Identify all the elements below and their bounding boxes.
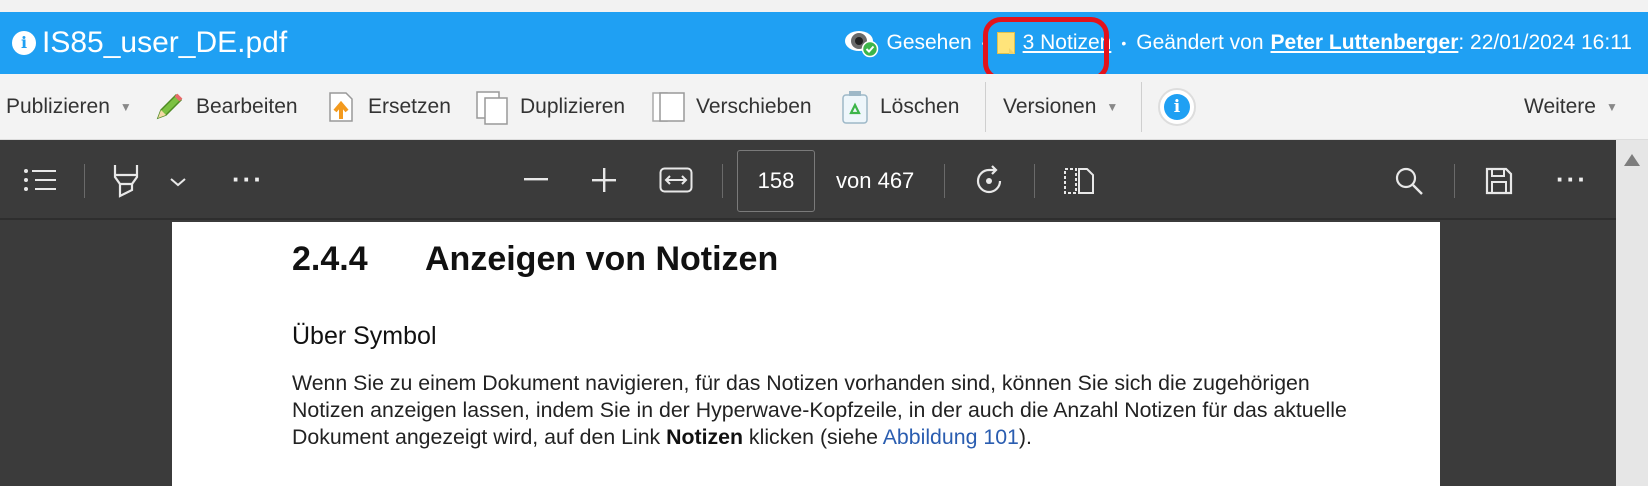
zoom-out-icon[interactable] xyxy=(520,164,552,196)
changed-date: : 22/01/2024 16:11 xyxy=(1458,31,1632,54)
more-options-icon[interactable]: ··· xyxy=(1552,164,1592,194)
chevron-down-icon: ▼ xyxy=(119,100,132,114)
document-title: IS85_user_DE.pdf xyxy=(42,26,288,59)
info-icon[interactable]: i xyxy=(12,31,36,55)
rotate-icon[interactable] xyxy=(970,162,1008,200)
pdf-page: 2.4.4 Anzeigen von Notizen Über Symbol W… xyxy=(172,222,1440,486)
zoom-in-icon[interactable] xyxy=(588,164,620,196)
versions-label: Versionen xyxy=(1003,95,1097,118)
vertical-scrollbar[interactable] xyxy=(1616,140,1648,486)
toolbar-divider xyxy=(985,82,986,132)
pencil-icon xyxy=(152,90,186,124)
body-paragraph: Wenn Sie zu einem Dokument navigieren, f… xyxy=(292,370,1352,451)
toolbar-divider xyxy=(944,164,945,198)
paragraph-text: klicken (siehe xyxy=(743,425,883,449)
page-number-input[interactable]: 158 xyxy=(737,150,815,212)
recycle-bin-icon xyxy=(840,89,870,125)
chevron-down-icon: ▼ xyxy=(1605,100,1618,114)
separator-dot: • xyxy=(1121,35,1127,51)
toolbar-divider xyxy=(722,164,723,198)
changed-by-user-link[interactable]: Peter Luttenberger xyxy=(1271,31,1459,55)
move-label: Verschieben xyxy=(696,95,812,118)
more-options-icon[interactable]: ··· xyxy=(228,164,268,194)
seen-eye-icon xyxy=(844,28,880,58)
section-title: Anzeigen von Notizen xyxy=(425,240,779,278)
duplicate-label: Duplizieren xyxy=(520,95,626,118)
pdf-toolbar: ··· 158 von 467 ··· xyxy=(0,140,1616,220)
chevron-down-icon[interactable] xyxy=(166,170,190,194)
move-button[interactable]: Verschieben xyxy=(650,74,812,140)
edit-button[interactable]: Bearbeiten xyxy=(152,74,298,140)
duplicate-button[interactable]: Duplizieren xyxy=(474,74,625,140)
publish-label: Publizieren xyxy=(6,95,110,118)
top-strip xyxy=(0,0,1648,12)
info-circle-icon: i xyxy=(1158,88,1196,126)
edit-label: Bearbeiten xyxy=(196,95,298,118)
highlight-annotation-ring xyxy=(983,17,1109,81)
more-label: Weitere xyxy=(1524,95,1596,118)
scroll-up-arrow-icon[interactable] xyxy=(1624,154,1640,166)
subheading: Über Symbol xyxy=(292,322,437,350)
changed-by-label: Geändert von xyxy=(1136,31,1264,54)
toolbar-divider xyxy=(84,164,85,198)
section-number: 2.4.4 xyxy=(292,240,368,278)
chevron-down-icon: ▼ xyxy=(1106,100,1119,114)
replace-button[interactable]: Ersetzen xyxy=(322,74,451,140)
versions-menu[interactable]: Versionen ▼ xyxy=(1003,74,1118,140)
toolbar-divider xyxy=(1034,164,1035,198)
figure-reference-link[interactable]: Abbildung 101 xyxy=(883,425,1019,449)
highlighter-icon[interactable] xyxy=(108,160,144,202)
move-icon xyxy=(650,89,686,125)
replace-icon xyxy=(322,89,358,125)
delete-label: Löschen xyxy=(880,95,960,118)
publish-menu[interactable]: Publizieren ▼ xyxy=(6,74,132,140)
toolbar-divider xyxy=(1141,82,1142,132)
action-toolbar: Publizieren ▼ Bearbeiten Ersetzen Dupliz… xyxy=(0,74,1648,140)
delete-button[interactable]: Löschen xyxy=(840,74,959,140)
paragraph-bold-text: Notizen xyxy=(666,425,744,449)
info-button[interactable]: i xyxy=(1158,74,1196,140)
save-icon[interactable] xyxy=(1480,162,1518,200)
outline-list-icon[interactable] xyxy=(22,162,58,198)
page-layout-icon[interactable] xyxy=(1060,162,1098,200)
search-icon[interactable] xyxy=(1390,162,1428,200)
toolbar-divider xyxy=(1454,164,1455,198)
document-meta: Gesehen • 3 Notizen • Geändert von Peter… xyxy=(844,24,1632,62)
pdf-viewer: ··· 158 von 467 ··· 2.4.4 Anzeigen von N… xyxy=(0,140,1616,486)
fit-width-icon[interactable] xyxy=(657,162,695,198)
page-total: von 467 xyxy=(836,168,915,193)
more-menu[interactable]: Weitere ▼ xyxy=(1524,74,1618,140)
seen-label: Gesehen xyxy=(886,31,972,54)
duplicate-icon xyxy=(474,89,510,125)
document-header: i IS85_user_DE.pdf Gesehen • 3 Notizen •… xyxy=(0,12,1648,81)
replace-label: Ersetzen xyxy=(368,95,451,118)
paragraph-text: ). xyxy=(1018,425,1032,449)
